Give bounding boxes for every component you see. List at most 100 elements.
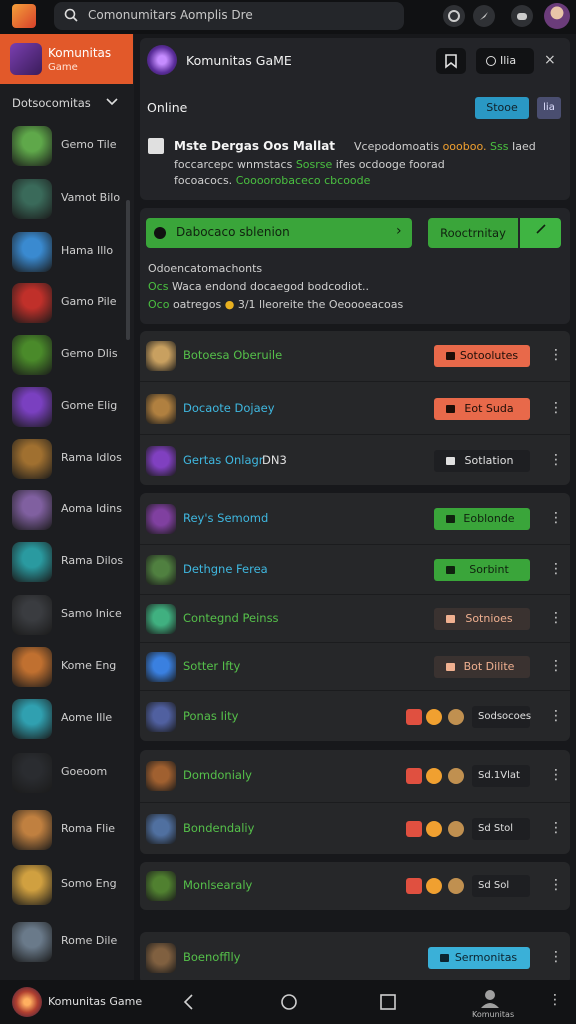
row-title[interactable]: Rey's Semomd xyxy=(183,511,268,525)
row-title[interactable]: Docaote Dojaey xyxy=(183,401,275,415)
row-action-button[interactable]: Bot Dilite xyxy=(434,656,530,678)
sidebar-item[interactable]: Kome Eng xyxy=(12,647,122,691)
more-icon[interactable]: ⋮ xyxy=(549,878,563,892)
row-action-button[interactable]: Sotnioes xyxy=(434,608,530,630)
tag-button[interactable]: lia xyxy=(537,97,561,119)
row-title[interactable]: Sotter Ifty xyxy=(183,659,240,673)
game-icon xyxy=(146,393,176,424)
more-icon[interactable]: ⋮ xyxy=(549,611,563,625)
sidebar-item[interactable]: Gamo Pile xyxy=(12,283,122,327)
profile-tab-label: Komunitas xyxy=(472,1010,515,1019)
row-title[interactable]: Contegnd Peinss xyxy=(183,611,279,625)
activity-count: 3/1 xyxy=(237,298,256,311)
more-icon[interactable]: ⋮ xyxy=(549,562,563,576)
user-avatar[interactable] xyxy=(544,3,570,29)
row-title[interactable]: Ponas Iity xyxy=(183,709,238,723)
badge-label[interactable]: Sd Stol xyxy=(472,818,530,840)
close-icon[interactable]: × xyxy=(544,52,556,68)
badge-label[interactable]: Sd.1Vlat xyxy=(472,765,530,787)
steam-icon[interactable] xyxy=(443,5,465,27)
more-icon[interactable]: ⋮ xyxy=(549,659,563,673)
chevron-down-icon[interactable] xyxy=(106,98,118,106)
more-icon[interactable]: ⋮ xyxy=(549,821,563,835)
edit-button[interactable] xyxy=(520,218,561,248)
sidebar-item[interactable]: Aome Ille xyxy=(12,699,122,743)
sidebar-item[interactable]: Rama Dilos xyxy=(12,542,123,586)
sidebar-item[interactable]: Gemo Dlis xyxy=(12,335,122,379)
row-action-button[interactable]: Sotoolutes xyxy=(434,345,530,367)
sidebar-item[interactable]: Hama Illo xyxy=(12,232,122,276)
row-action-button[interactable]: Sermonitas xyxy=(428,947,530,969)
desc-link[interactable]: Coooorobaceco cbcoode xyxy=(236,174,371,187)
row-title[interactable]: Monlsearaly xyxy=(183,878,252,892)
row-action-button[interactable]: Eoblonde xyxy=(434,507,530,530)
app-logo[interactable] xyxy=(12,4,36,28)
row-action-button[interactable]: Sotlation xyxy=(434,449,530,472)
sidebar-scrollbar[interactable] xyxy=(126,200,130,340)
game-icon xyxy=(146,701,176,732)
sidebar-item[interactable]: Vamot Bilo xyxy=(12,179,122,223)
list-row[interactable]: Contegnd Peinss Sotnioes ⋮ xyxy=(140,594,570,642)
join-button[interactable]: Ilia xyxy=(476,48,534,74)
game-thumbnail xyxy=(12,753,52,793)
more-icon[interactable]: ⋮ xyxy=(549,709,563,723)
profile-tab[interactable]: Komunitas xyxy=(472,986,515,1022)
more-icon[interactable]: ⋮ xyxy=(549,950,563,964)
row-title[interactable]: Dethgne Ferea xyxy=(183,562,268,576)
game-icon xyxy=(146,604,176,634)
sidebar-item[interactable]: Rome Dile xyxy=(12,922,122,966)
sidebar-item-label: Gemo Tile xyxy=(61,138,117,151)
row-title[interactable]: Botoesa Oberuile xyxy=(183,348,282,362)
list-row[interactable]: Gertas Onlagr DN3 Sotlation ⋮ xyxy=(140,434,570,485)
more-icon[interactable]: ⋮ xyxy=(549,401,563,415)
sidebar-section-label[interactable]: Dotsocomitas xyxy=(12,96,91,110)
game-thumbnail xyxy=(12,922,52,962)
row-title[interactable]: Boenofflly xyxy=(183,950,240,964)
sidebar-item-active[interactable]: Komunitas Game xyxy=(0,34,133,84)
row-action-button[interactable]: Sorbint xyxy=(434,559,530,581)
list-row[interactable]: Botoesa Oberuile Sotoolutes ⋮ xyxy=(140,331,570,381)
more-icon[interactable]: ⋮ xyxy=(549,453,563,467)
home-icon[interactable] xyxy=(277,990,301,1014)
more-icon[interactable]: ⋮ xyxy=(549,768,563,782)
list-row[interactable]: Domdonialy Sd.1Vlat ⋮ xyxy=(140,750,570,802)
sidebar-item[interactable]: Gemo Tile xyxy=(12,126,122,170)
bookmark-button[interactable] xyxy=(436,48,466,74)
list-row[interactable]: Bondendaliy Sd Stol ⋮ xyxy=(140,802,570,854)
store-tag[interactable]: Stooe xyxy=(475,97,529,119)
search-input[interactable]: Comonumitars Aomplis Dre xyxy=(88,8,253,22)
row-action-button[interactable]: Eot Suda xyxy=(434,397,530,420)
list-row[interactable]: Boenofflly Sermonitas ⋮ xyxy=(140,932,570,984)
badge-label[interactable]: Sd Sol xyxy=(472,875,530,897)
sidebar-item[interactable]: Somo Eng xyxy=(12,865,122,909)
search-bar[interactable]: Comonumitars Aomplis Dre xyxy=(54,2,404,30)
activity-text: lleoreite the xyxy=(259,298,326,311)
list-row[interactable]: Rey's Semomd Eoblonde ⋮ xyxy=(140,493,570,544)
row-title[interactable]: Gertas Onlagr xyxy=(183,453,264,467)
status-bar-button[interactable]: Dabocaco sblenion › xyxy=(146,218,412,248)
controller-icon[interactable] xyxy=(511,5,533,27)
list-row[interactable]: Docaote Dojaey Eot Suda ⋮ xyxy=(140,381,570,434)
list-row[interactable]: Sotter Ifty Bot Dilite ⋮ xyxy=(140,642,570,690)
sidebar-item[interactable]: Aoma Idins xyxy=(12,490,122,534)
more-icon[interactable]: ⋮ xyxy=(549,511,563,525)
more-icon[interactable]: ⋮ xyxy=(549,348,563,362)
list-row[interactable]: Monlsearaly Sd Sol ⋮ xyxy=(140,862,570,910)
list-row[interactable]: Dethgne Ferea Sorbint ⋮ xyxy=(140,544,570,594)
recents-icon[interactable] xyxy=(376,990,400,1014)
sidebar-item[interactable]: Goeoom xyxy=(12,753,122,797)
sidebar-item[interactable]: Roma Flie xyxy=(12,810,122,854)
more-icon[interactable]: ⋮ xyxy=(548,992,562,1008)
row-title[interactable]: Bondendaliy xyxy=(183,821,254,835)
primary-action-button[interactable]: Rooctrnitay xyxy=(428,218,518,248)
sidebar-item[interactable]: Rama Idlos xyxy=(12,439,122,483)
sidebar-item[interactable]: Gome Elig xyxy=(12,387,122,431)
back-icon[interactable] xyxy=(177,990,201,1014)
list-row[interactable]: Ponas Iity Sodsocoes ⋮ xyxy=(140,690,570,741)
sidebar-item-label: Hama Illo xyxy=(61,244,114,257)
sidebar-item[interactable]: Samo Inice xyxy=(12,595,122,639)
community-logo[interactable] xyxy=(12,987,42,1017)
badge-label[interactable]: Sodsocoes xyxy=(472,705,531,728)
row-title[interactable]: Domdonialy xyxy=(183,768,252,782)
compass-icon[interactable] xyxy=(473,5,495,27)
